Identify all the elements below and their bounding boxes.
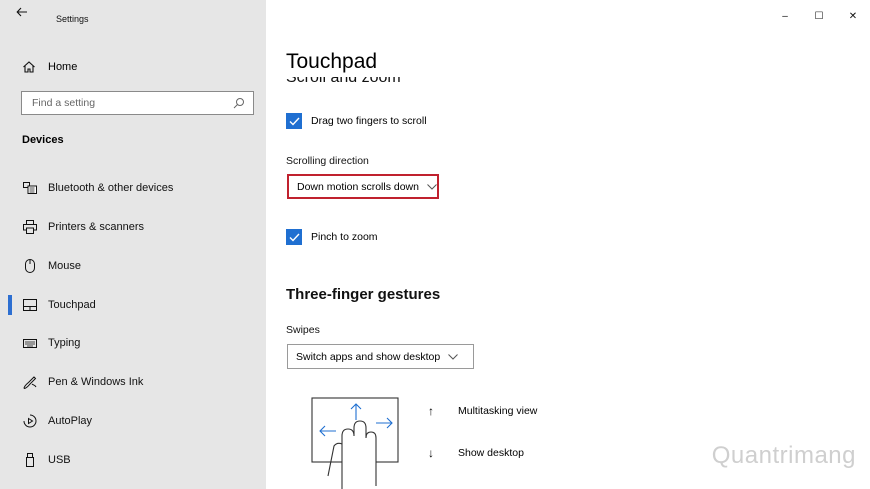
legend-label: Multitasking view: [458, 405, 538, 417]
sidebar-item-label: Touchpad: [48, 299, 96, 311]
up-arrow-icon: ↑: [428, 404, 434, 418]
close-button[interactable]: ✕: [836, 0, 870, 32]
app-title: Settings: [56, 14, 89, 24]
checkmark-icon: [289, 117, 300, 126]
drag-two-fingers-checkbox[interactable]: [286, 113, 302, 129]
three-finger-gestures-heading: Three-finger gestures: [286, 286, 441, 303]
scroll-zoom-heading: Scroll and zoom: [286, 77, 586, 88]
sidebar-item-autoplay[interactable]: AutoPlay: [0, 402, 266, 440]
section-title-devices: Devices: [22, 134, 64, 146]
pinch-to-zoom-label: Pinch to zoom: [311, 231, 378, 243]
minimize-button[interactable]: –: [768, 0, 802, 32]
legend-multitasking: ↑ Multitasking view: [428, 404, 537, 418]
legend-label: Show desktop: [458, 447, 524, 459]
sidebar-item-label: USB: [48, 454, 71, 466]
sidebar-item-usb[interactable]: USB: [0, 441, 266, 479]
sidebar-item-mouse[interactable]: Mouse: [0, 247, 266, 285]
drag-two-fingers-label: Drag two fingers to scroll: [311, 115, 427, 127]
page-title: Touchpad: [286, 50, 378, 73]
printer-icon: [22, 219, 38, 235]
sidebar-item-typing[interactable]: Typing: [0, 324, 266, 362]
sidebar-item-label: Mouse: [48, 260, 82, 272]
keyboard-icon: [22, 335, 38, 351]
scrolling-direction-value: Down motion scrolls down: [297, 180, 419, 193]
checkmark-icon: [289, 233, 300, 242]
sidebar-item-pen[interactable]: Pen & Windows Ink: [0, 363, 266, 401]
maximize-button[interactable]: ☐: [802, 0, 836, 32]
search-placeholder: Find a setting: [32, 97, 96, 109]
back-button[interactable]: [16, 6, 36, 26]
sidebar-item-label: Pen & Windows Ink: [48, 376, 144, 388]
home-nav[interactable]: Home: [22, 55, 77, 79]
sidebar-item-touchpad[interactable]: Touchpad: [0, 286, 266, 324]
home-icon: [23, 61, 35, 73]
pinch-to-zoom-checkbox[interactable]: [286, 229, 302, 245]
swipes-label: Swipes: [286, 324, 320, 336]
sidebar-item-printers[interactable]: Printers & scanners: [0, 208, 266, 246]
main-content: – ☐ ✕ Touchpad Scroll and zoom Drag two …: [266, 0, 870, 489]
sidebar: Settings Home Find a setting Devices Blu…: [0, 0, 266, 489]
scrolling-direction-label: Scrolling direction: [286, 155, 369, 167]
autoplay-icon: [22, 413, 38, 429]
sidebar-item-label: AutoPlay: [48, 415, 93, 427]
mouse-icon: [22, 258, 38, 274]
three-finger-gesture-illustration: [311, 397, 399, 489]
search-input[interactable]: Find a setting: [21, 91, 254, 115]
search-icon: [233, 98, 244, 109]
drag-two-fingers-checkbox-row[interactable]: Drag two fingers to scroll: [286, 113, 427, 129]
touchpad-icon: [22, 297, 38, 313]
watermark: Quantrimang: [711, 442, 856, 469]
usb-icon: [22, 452, 38, 468]
sidebar-item-label: Bluetooth & other devices: [48, 182, 174, 194]
swipes-value: Switch apps and show desktop: [296, 350, 441, 363]
sidebar-item-label: Printers & scanners: [48, 221, 144, 233]
scroll-zoom-heading-text: Scroll and zoom: [286, 77, 401, 86]
chevron-down-icon: [427, 183, 437, 190]
titlebar: Settings: [0, 0, 266, 32]
sidebar-item-label: Typing: [48, 337, 81, 349]
back-arrow-icon: [16, 7, 27, 17]
swipes-dropdown[interactable]: Switch apps and show desktop: [287, 344, 474, 369]
scrolling-direction-dropdown[interactable]: Down motion scrolls down: [287, 174, 439, 199]
home-label: Home: [48, 61, 78, 73]
bluetooth-devices-icon: [22, 180, 38, 196]
pen-icon: [22, 374, 38, 390]
down-arrow-icon: ↓: [428, 446, 434, 460]
chevron-down-icon: [448, 353, 459, 360]
sidebar-item-bluetooth[interactable]: Bluetooth & other devices: [0, 169, 266, 207]
legend-show-desktop: ↓ Show desktop: [428, 446, 524, 460]
window-controls: – ☐ ✕: [768, 0, 870, 32]
pinch-to-zoom-checkbox-row[interactable]: Pinch to zoom: [286, 229, 378, 245]
